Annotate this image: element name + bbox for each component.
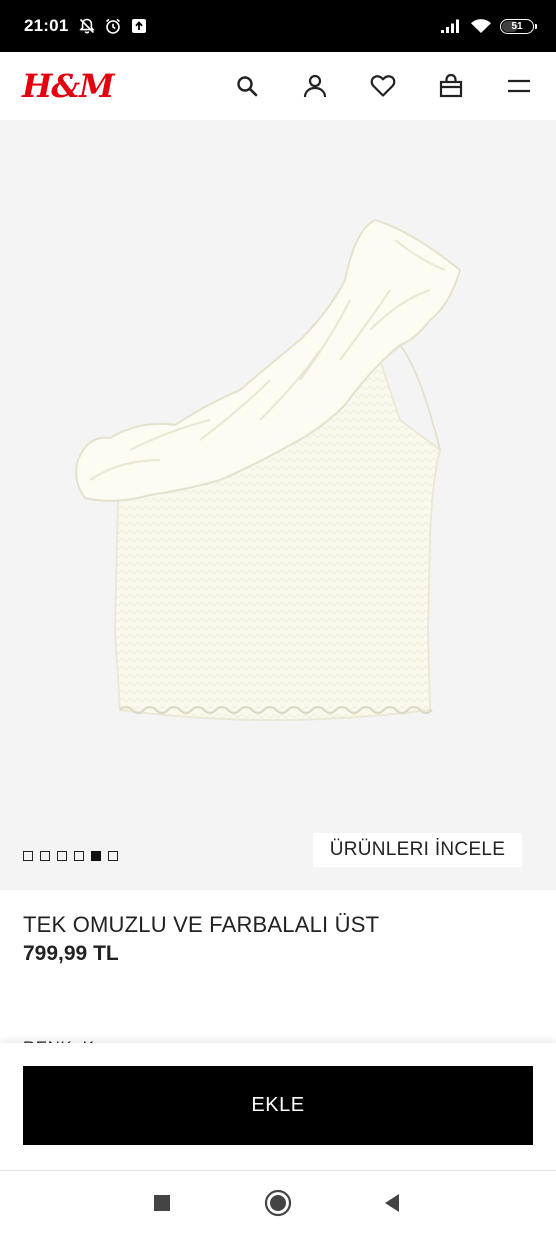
add-to-bag-bar: EKLE: [0, 1043, 556, 1170]
status-system-icons: 51: [440, 18, 537, 34]
carousel-indicators: [23, 851, 118, 861]
bag-icon[interactable]: [434, 69, 468, 103]
inspect-products-button[interactable]: ÜRÜNLERI İNCELE: [313, 833, 522, 867]
app-header: H&M: [0, 52, 556, 120]
menu-icon[interactable]: [502, 69, 536, 103]
product-image-gallery[interactable]: ÜRÜNLERI İNCELE: [0, 120, 556, 890]
product-title: TEK OMUZLU VE FARBALALI ÜST: [23, 912, 380, 937]
search-icon[interactable]: [230, 69, 264, 103]
upload-icon: [132, 19, 147, 33]
battery-level: 51: [511, 20, 523, 32]
product-price: 799,99 TL: [23, 942, 119, 965]
system-nav-bar: [0, 1170, 556, 1235]
carousel-dot[interactable]: [40, 851, 50, 861]
carousel-dot[interactable]: [57, 851, 67, 861]
hm-logo[interactable]: H&M: [22, 70, 115, 102]
status-time: 21:01: [24, 16, 69, 35]
product-photo: [75, 218, 462, 721]
alarm-icon: [106, 18, 121, 34]
status-notification-icons: [78, 17, 148, 35]
carousel-dot[interactable]: [74, 851, 84, 861]
add-button[interactable]: EKLE: [23, 1066, 533, 1145]
carousel-dot[interactable]: [108, 851, 118, 861]
bell-off-icon: [79, 18, 96, 34]
heart-icon[interactable]: [366, 69, 400, 103]
wifi-icon: [471, 19, 491, 33]
home-circle-icon[interactable]: [248, 1171, 308, 1235]
status-bar: 21:01 51: [0, 0, 556, 52]
account-icon[interactable]: [298, 69, 332, 103]
header-icons: [196, 69, 536, 103]
carousel-dot[interactable]: [23, 851, 33, 861]
battery-icon: 51: [500, 18, 537, 34]
back-triangle-icon[interactable]: [362, 1171, 422, 1235]
recents-square-icon[interactable]: [132, 1171, 192, 1235]
carousel-dot-active[interactable]: [91, 851, 101, 861]
signal-icon: [441, 19, 459, 33]
